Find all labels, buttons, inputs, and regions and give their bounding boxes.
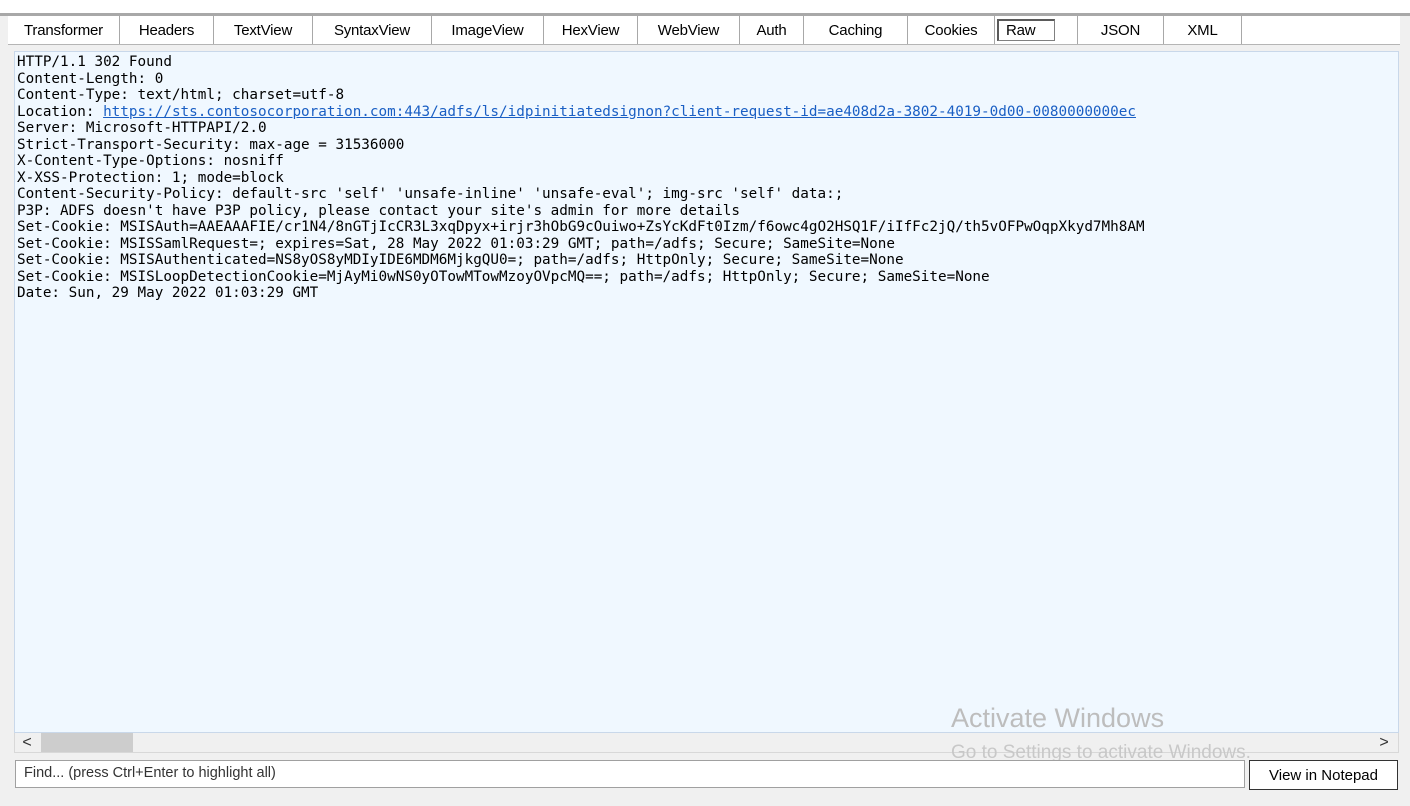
tab-textview[interactable]: TextView	[214, 16, 313, 44]
header-content-security-policy: Content-Security-Policy: default-src 'se…	[17, 186, 844, 202]
header-set-cookie-authenticated: Set-Cookie: MSISAuthenticated=NS8yOS8yMD…	[17, 252, 904, 268]
header-x-content-type-options: X-Content-Type-Options: nosniff	[17, 153, 284, 169]
header-content-length: Content-Length: 0	[17, 70, 164, 87]
tab-cookies[interactable]: Cookies	[908, 16, 995, 44]
tab-hexview[interactable]: HexView	[544, 16, 638, 44]
tab-raw[interactable]: Raw	[995, 16, 1078, 44]
tab-label: HexView	[561, 21, 620, 39]
header-location-label: Location:	[17, 103, 104, 120]
header-x-xss-protection: X-XSS-Protection: 1; mode=block	[17, 169, 284, 186]
tab-json[interactable]: JSON	[1078, 16, 1164, 44]
tab-label: Cookies	[924, 21, 978, 39]
header-content-type: Content-Type: text/html; charset=utf-8	[17, 87, 345, 103]
tab-label: SyntaxView	[333, 21, 411, 39]
active-tab-frame: Raw	[997, 19, 1055, 41]
header-p3p: P3P: ADFS doesn't have P3P policy, pleas…	[17, 202, 741, 219]
status-line: HTTP/1.1 302 Found	[17, 54, 172, 70]
scrollbar-thumb[interactable]	[41, 733, 133, 752]
tab-imageview[interactable]: ImageView	[432, 16, 544, 44]
header-date: Date: Sun, 29 May 2022 01:03:29 GMT	[17, 285, 319, 301]
tab-transformer[interactable]: Transformer	[8, 16, 120, 44]
tab-auth[interactable]: Auth	[740, 16, 804, 44]
tab-label: Caching	[828, 21, 883, 39]
header-set-cookie-msisauth: Set-Cookie: MSISAuth=AAEAAAFIE/cr1N4/8nG…	[17, 219, 1145, 235]
scroll-left-icon[interactable]: <	[17, 733, 37, 752]
header-set-cookie-samlrequest: Set-Cookie: MSISSamlRequest=; expires=Sa…	[17, 235, 895, 252]
inspector-tab-strip: Transformer Headers TextView SyntaxView Imag…	[8, 16, 1400, 45]
tab-label: JSON	[1100, 21, 1141, 39]
tab-xml[interactable]: XML	[1164, 16, 1242, 44]
tab-headers[interactable]: Headers	[120, 16, 214, 44]
tab-caching[interactable]: Caching	[804, 16, 908, 44]
activation-watermark-title: Activate Windows	[951, 703, 1165, 733]
location-link[interactable]: https://sts.contosocorporation.com:443/a…	[103, 104, 1136, 120]
tab-syntaxview[interactable]: SyntaxView	[313, 16, 432, 44]
tab-label: Raw	[1006, 22, 1036, 39]
scroll-right-icon[interactable]: >	[1374, 733, 1394, 752]
header-server: Server: Microsoft-HTTPAPI/2.0	[17, 120, 267, 136]
tab-label: ImageView	[451, 21, 524, 39]
find-input[interactable]: Find... (press Ctrl+Enter to highlight a…	[15, 760, 1245, 788]
window-top-edge	[0, 0, 1410, 13]
tab-webview[interactable]: WebView	[638, 16, 740, 44]
header-set-cookie-loopdetection: Set-Cookie: MSISLoopDetectionCookie=MjAy…	[17, 268, 990, 285]
view-in-notepad-button[interactable]: View in Notepad	[1249, 760, 1398, 790]
header-hsts: Strict-Transport-Security: max-age = 315…	[17, 136, 405, 153]
tab-label: XML	[1187, 21, 1218, 39]
tab-label: TextView	[233, 21, 293, 39]
tab-label: Transformer	[24, 21, 103, 39]
tab-label: Auth	[756, 21, 787, 39]
raw-response-text: HTTP/1.1 302 Found Content-Length: 0 Con…	[17, 54, 1145, 302]
tab-label: WebView	[657, 21, 720, 39]
tab-label: Headers	[138, 21, 195, 39]
raw-response-viewer[interactable]: HTTP/1.1 302 Found Content-Length: 0 Con…	[14, 51, 1399, 733]
